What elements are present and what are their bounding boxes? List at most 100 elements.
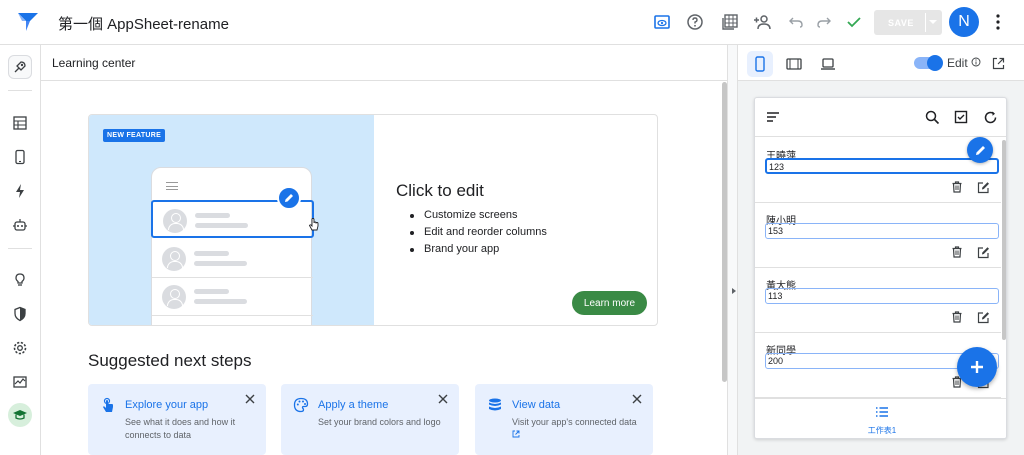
app-title[interactable]: 第一個 AppSheet-rename xyxy=(58,13,229,34)
learn-more-button[interactable]: Learn more xyxy=(572,291,647,315)
list-item[interactable]: 黃大熊 113 xyxy=(755,268,1001,333)
new-feature-badge: NEW FEATURE xyxy=(103,129,166,142)
row-value-field[interactable]: 123 xyxy=(765,158,999,174)
table-view-icon[interactable] xyxy=(719,11,741,33)
list-item[interactable]: 王曉萍 123 xyxy=(755,138,1001,203)
palette-icon xyxy=(293,397,309,413)
avatar-icon xyxy=(162,285,186,309)
suggestion-card-explore[interactable]: Explore your app See what it does and ho… xyxy=(88,384,266,455)
bot-icon[interactable] xyxy=(8,213,32,237)
share-user-icon[interactable] xyxy=(752,11,774,33)
row-value-field[interactable]: 113 xyxy=(765,288,999,304)
select-checkbox-icon[interactable] xyxy=(952,108,970,126)
save-dropdown-icon[interactable] xyxy=(929,20,937,24)
tab-sheet1[interactable]: 工作表1 xyxy=(860,405,904,437)
suggestion-description-text: Visit your app's connected data xyxy=(512,417,637,427)
suggestion-card-view-data[interactable]: View data Visit your app's connected dat… xyxy=(475,384,653,455)
delete-icon[interactable] xyxy=(951,246,963,258)
automation-icon[interactable] xyxy=(8,179,32,203)
left-nav xyxy=(0,45,41,455)
feature-content: Click to edit Customize screens Edit and… xyxy=(374,115,657,325)
mobile-device-icon[interactable] xyxy=(747,51,773,77)
database-icon xyxy=(489,398,501,411)
intelligence-icon[interactable] xyxy=(8,268,32,292)
add-icon[interactable] xyxy=(957,347,997,387)
edit-icon[interactable] xyxy=(977,181,990,194)
suggested-steps-title: Suggested next steps xyxy=(88,351,252,370)
feature-bullet: Edit and reorder columns xyxy=(410,226,547,243)
delete-icon[interactable] xyxy=(951,311,963,323)
info-icon[interactable] xyxy=(971,57,981,67)
close-icon[interactable] xyxy=(438,394,448,404)
edit-icon[interactable] xyxy=(977,246,990,259)
external-link-icon[interactable] xyxy=(512,430,520,438)
feature-illustration: NEW FEATURE xyxy=(89,115,374,325)
undo-icon[interactable] xyxy=(785,11,807,33)
suggestion-title[interactable]: Explore your app xyxy=(125,399,208,411)
nav-divider xyxy=(8,90,32,91)
views-icon[interactable] xyxy=(8,145,32,169)
appsheet-logo-icon[interactable] xyxy=(16,11,40,33)
panel-divider[interactable] xyxy=(727,45,738,455)
app-header xyxy=(755,98,1006,137)
placeholder-line xyxy=(194,289,229,294)
suggestion-description: Visit your app's connected data xyxy=(512,416,642,442)
avatar[interactable]: N xyxy=(949,7,979,37)
row-value-field[interactable]: 153 xyxy=(765,223,999,239)
feature-heading: Click to edit xyxy=(396,181,484,200)
touch-icon xyxy=(103,397,113,412)
help-icon[interactable] xyxy=(684,11,706,33)
nav-divider xyxy=(8,248,32,249)
edit-toggle[interactable] xyxy=(914,55,943,71)
placeholder-line xyxy=(194,261,247,266)
list-icon xyxy=(876,407,888,417)
save-button[interactable]: SAVE xyxy=(874,10,942,35)
feature-bullet-list: Customize screens Edit and reorder colum… xyxy=(410,209,547,260)
sort-menu-icon[interactable] xyxy=(764,108,782,126)
list-item[interactable]: 陳小明 153 xyxy=(755,203,1001,268)
search-icon[interactable] xyxy=(923,108,941,126)
close-icon[interactable] xyxy=(632,394,642,404)
illustration-row xyxy=(152,240,313,278)
tablet-device-icon[interactable] xyxy=(781,51,807,77)
edit-pencil-icon[interactable] xyxy=(967,137,993,163)
feature-bullet: Brand your app xyxy=(410,243,547,260)
desktop-device-icon[interactable] xyxy=(815,51,841,77)
more-vert-icon[interactable] xyxy=(990,12,1006,32)
checkmark-icon[interactable] xyxy=(843,11,865,33)
security-icon[interactable] xyxy=(8,302,32,326)
edit-icon[interactable] xyxy=(977,311,990,324)
edit-label: Edit xyxy=(947,56,981,70)
suggestion-title[interactable]: View data xyxy=(512,399,560,411)
bottom-nav: 工作表1 xyxy=(755,398,1006,438)
pencil-icon xyxy=(277,186,301,210)
placeholder-line xyxy=(195,213,230,218)
redo-icon[interactable] xyxy=(813,11,835,33)
save-separator xyxy=(925,13,926,32)
menu-icon xyxy=(166,182,178,190)
preview-area: 王曉萍 123 陳小明 153 黃大熊 113 新同學 200 工作表1 xyxy=(738,81,1024,455)
learning-icon[interactable] xyxy=(8,403,32,427)
placeholder-line xyxy=(194,299,247,304)
expand-arrow-icon[interactable] xyxy=(732,288,736,294)
close-icon[interactable] xyxy=(245,394,255,404)
placeholder-line xyxy=(195,223,248,228)
suggestion-title[interactable]: Apply a theme xyxy=(318,399,388,411)
preview-scrollbar[interactable] xyxy=(1002,140,1006,340)
learning-center-header: Learning center xyxy=(41,45,727,81)
illustration-row xyxy=(152,278,313,316)
preview-toolbar: Edit xyxy=(738,45,1024,81)
hand-cursor-icon xyxy=(308,218,319,231)
open-in-new-icon[interactable] xyxy=(992,57,1005,70)
suggestion-card-theme[interactable]: Apply a theme Set your brand colors and … xyxy=(281,384,459,455)
monitor-icon[interactable] xyxy=(8,370,32,394)
feature-bullet: Customize screens xyxy=(410,209,547,226)
learning-center-title: Learning center xyxy=(52,56,136,70)
settings-icon[interactable] xyxy=(8,336,32,360)
delete-icon[interactable] xyxy=(951,181,963,193)
top-bar: 第一個 AppSheet-rename SAVE N xyxy=(0,0,1024,45)
preview-icon[interactable] xyxy=(651,11,673,33)
refresh-icon[interactable] xyxy=(981,108,999,126)
data-icon[interactable] xyxy=(8,111,32,135)
deploy-icon[interactable] xyxy=(8,55,32,79)
